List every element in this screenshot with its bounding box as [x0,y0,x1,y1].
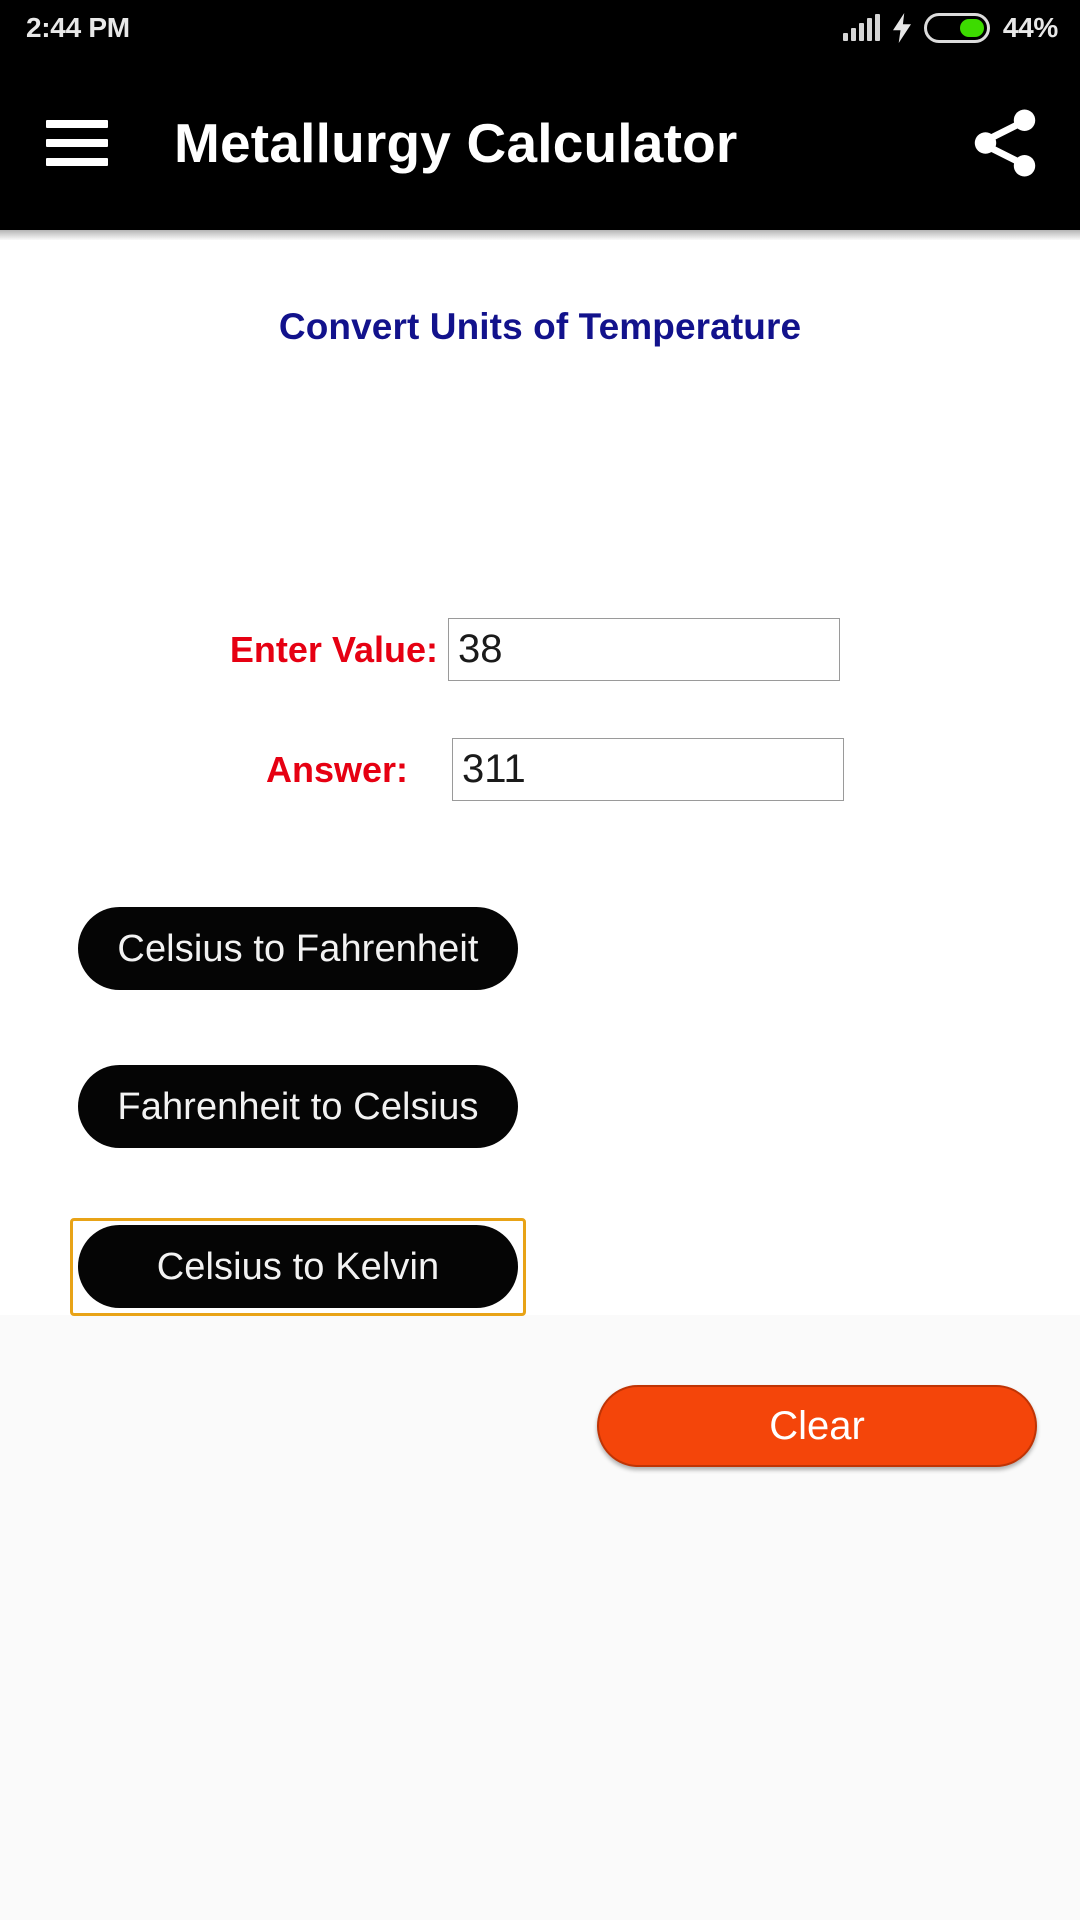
answer-label: Answer: [265,748,408,790]
enter-value-label: Enter Value: [229,628,438,670]
app-bar: Metallurgy Calculator [0,55,1080,230]
share-icon[interactable] [962,100,1048,186]
clear-button[interactable]: Clear [597,1385,1037,1467]
battery-icon [923,12,990,43]
page-title: Metallurgy Calculator [174,111,738,174]
main-content: Convert Units of Temperature Enter Value… [0,240,1080,1467]
signal-bars-icon [842,13,880,41]
app-bar-shadow [0,230,1080,240]
enter-value-input[interactable] [448,618,840,681]
fahrenheit-to-celsius-button[interactable]: Fahrenheit to Celsius [78,1065,518,1148]
section-heading: Convert Units of Temperature [278,306,802,347]
hamburger-menu-icon[interactable] [46,119,108,166]
battery-percent: 44% [1002,11,1058,43]
status-icons: 44% [842,11,1058,44]
lightning-bolt-icon [892,12,911,43]
status-time: 2:44 PM [26,11,130,43]
celsius-to-kelvin-button[interactable]: Celsius to Kelvin [78,1225,518,1308]
answer-row: Answer: [0,738,1080,801]
celsius-to-fahrenheit-button[interactable]: Celsius to Fahrenheit [78,907,518,990]
answer-input[interactable] [452,738,844,801]
status-bar: 2:44 PM 44% [0,0,1080,55]
enter-value-row: Enter Value: [0,618,1080,681]
